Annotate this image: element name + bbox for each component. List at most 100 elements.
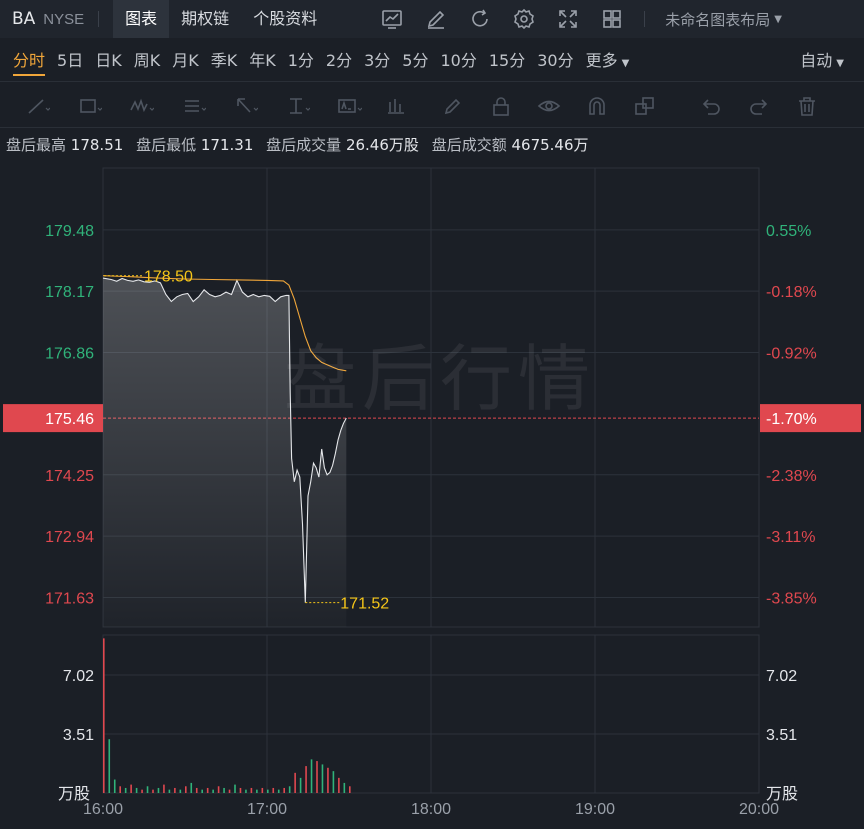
volume-bar: [146, 786, 149, 793]
volume-bar: [327, 767, 329, 793]
price-tick-label: 174.25: [45, 468, 94, 485]
fibonacci-tool-icon[interactable]: [174, 84, 214, 128]
high-marker-label: 178.50: [144, 269, 193, 286]
fullscreen-icon[interactable]: [556, 7, 580, 31]
price-tick-label: 176.86: [45, 346, 94, 363]
volume-bar: [201, 789, 203, 793]
volume-bar: [332, 771, 335, 793]
volume-bar: [141, 789, 143, 793]
high-label: 盘后最高: [6, 136, 67, 154]
rectangle-tool-icon[interactable]: [70, 84, 110, 128]
period-30min[interactable]: 30分: [531, 40, 579, 82]
ticker-symbol: BA: [12, 9, 36, 29]
trendline-tool-icon[interactable]: [18, 84, 58, 128]
period-15min[interactable]: 15分: [483, 40, 531, 82]
magnet-icon[interactable]: [582, 84, 612, 128]
period-1min[interactable]: 1分: [282, 40, 320, 82]
volume-bar: [168, 789, 171, 793]
percent-tick-label: -0.92%: [766, 346, 817, 363]
period-3min[interactable]: 3分: [358, 40, 396, 82]
volume-bar: [217, 786, 220, 793]
volume-bar: [124, 787, 127, 793]
refresh-icon[interactable]: [468, 7, 492, 31]
period-5min[interactable]: 5分: [396, 40, 434, 82]
clone-icon[interactable]: [630, 84, 660, 128]
period-quarterly[interactable]: 季K: [205, 40, 244, 82]
time-tick-label: 18:00: [411, 801, 451, 818]
period-more-label: 更多: [585, 50, 618, 70]
watermark: 盘后行情: [284, 337, 597, 421]
wave-tool-icon[interactable]: [122, 84, 162, 128]
time-tick-label: 17:00: [247, 801, 287, 818]
volume-bar: [130, 784, 132, 793]
measure-tool-icon[interactable]: [278, 84, 318, 128]
intraday-chart[interactable]: 16:00 17:00 18:00 19:00 20:00 179.48 0.55% 178.…: [0, 160, 864, 829]
volume-bar: [239, 787, 242, 793]
brush-icon[interactable]: [438, 84, 468, 128]
trash-icon[interactable]: [792, 84, 822, 128]
amount-label: 盘后成交额: [431, 136, 507, 154]
volume-bar: [190, 782, 193, 793]
eye-icon[interactable]: [534, 84, 564, 128]
volume-bar: [228, 789, 231, 793]
lock-icon[interactable]: [486, 84, 516, 128]
volume-bar: [256, 789, 258, 793]
percent-tick-label: -0.18%: [766, 284, 817, 301]
volume-bar: [272, 787, 275, 793]
bar-pattern-tool-icon[interactable]: [382, 84, 412, 128]
layout-name: 未命名图表布局: [665, 10, 771, 29]
gear-icon[interactable]: [512, 7, 536, 31]
drawing-toolbar: [0, 84, 864, 128]
redo-icon[interactable]: [744, 84, 774, 128]
volume-bar: [261, 787, 264, 793]
period-5day[interactable]: 5日: [51, 40, 89, 82]
volume-bar: [185, 786, 187, 793]
undo-icon[interactable]: [696, 84, 726, 128]
tab-company-profile[interactable]: 个股资料: [241, 0, 329, 38]
volume-label: 盘后成交量: [266, 136, 342, 154]
volume-bar: [223, 787, 225, 793]
pencil-icon[interactable]: [424, 7, 448, 31]
volume-bar: [108, 739, 111, 793]
after-hours-summary: 盘后最高 178.51 盘后最低 171.31 盘后成交量 26.46万股 盘后…: [6, 134, 597, 155]
percent-tick-label: -3.11%: [766, 529, 816, 546]
period-yearly[interactable]: 年K: [243, 40, 282, 82]
period-weekly[interactable]: 周K: [128, 40, 167, 82]
volume-bar: [212, 789, 214, 793]
price-tick-label: 171.63: [45, 590, 94, 607]
period-10min[interactable]: 10分: [434, 40, 482, 82]
volume-unit-label: 万股: [58, 784, 90, 803]
period-intraday[interactable]: 分时: [7, 40, 51, 82]
volume-bar: [174, 787, 176, 793]
period-2min[interactable]: 2分: [320, 40, 358, 82]
current-price-label: 175.46: [45, 411, 94, 428]
volume-bar: [343, 782, 346, 793]
scale-mode-dropdown[interactable]: 自动 ▼: [800, 40, 844, 82]
text-tool-icon[interactable]: [330, 84, 370, 128]
price-tick-label: 178.17: [45, 284, 94, 301]
price-tick-label: 179.48: [45, 223, 94, 240]
caret-down-icon: ▼: [774, 13, 782, 25]
volume-tick-label-right: 3.51: [766, 727, 797, 744]
volume-bar: [310, 759, 313, 793]
volume-bar: [288, 786, 291, 793]
amount-value: 4675.46万: [511, 136, 589, 154]
volume-bar: [135, 787, 138, 793]
period-monthly[interactable]: 月K: [166, 40, 205, 82]
volume-bar: [283, 787, 285, 793]
arrow-tool-icon[interactable]: [226, 84, 266, 128]
volume-bar: [245, 789, 247, 793]
layout-dropdown[interactable]: 未命名图表布局 ▼: [665, 9, 782, 30]
low-marker-label: 171.52: [340, 596, 389, 613]
tab-option-chain[interactable]: 期权链: [169, 0, 241, 38]
period-daily[interactable]: 日K: [89, 40, 128, 82]
volume-bar: [119, 786, 121, 793]
percent-tick-label: -2.38%: [766, 468, 817, 485]
chart-type-icon[interactable]: [380, 7, 404, 31]
volume-bar: [179, 789, 182, 793]
grid-layout-icon[interactable]: [600, 7, 624, 31]
top-bar: BA NYSE 图表 期权链 个股资料 未命名图表布局 ▼: [0, 0, 864, 38]
caret-down-icon: ▼: [621, 57, 630, 69]
period-more-dropdown[interactable]: 更多 ▼: [580, 40, 636, 82]
tab-chart[interactable]: 图表: [113, 0, 170, 38]
